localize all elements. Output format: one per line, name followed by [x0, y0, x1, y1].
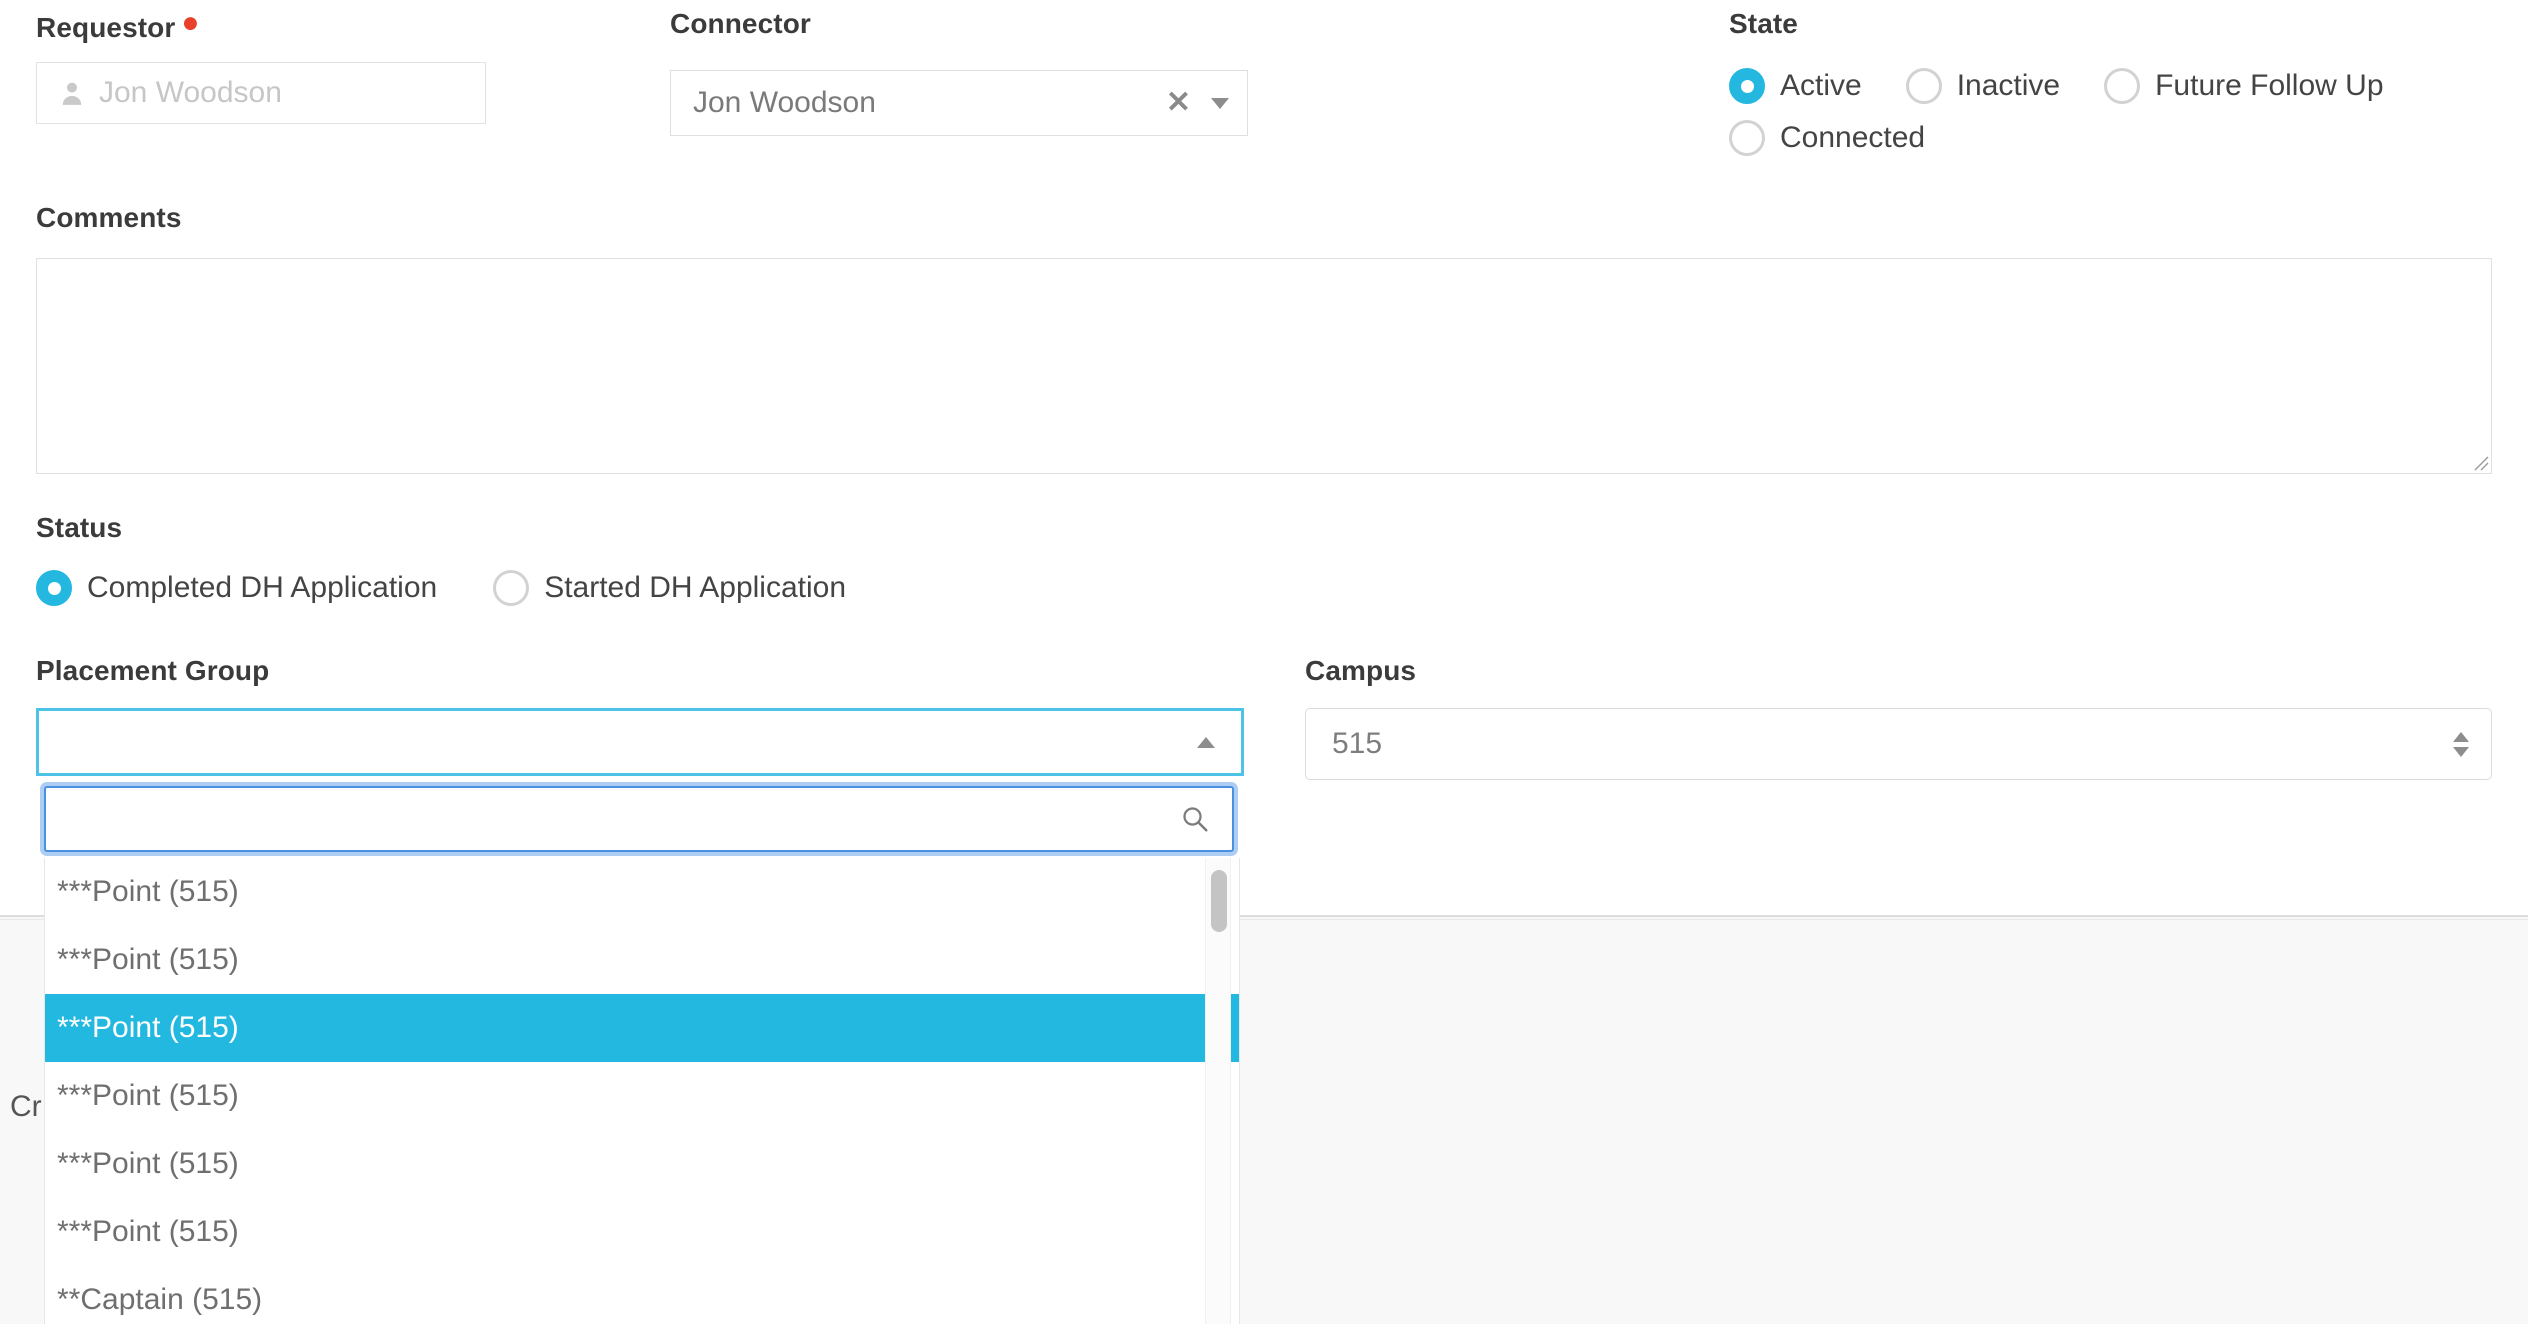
comments-label: Comments — [36, 202, 182, 234]
state-option-label: Future Follow Up — [2155, 69, 2383, 103]
radio-icon[interactable] — [493, 570, 529, 606]
state-option-label: Active — [1780, 69, 1862, 103]
placement-group-select[interactable] — [36, 708, 1244, 776]
state-option-future-follow-up[interactable]: Future Follow Up — [2104, 68, 2383, 104]
comments-textarea[interactable] — [36, 258, 2492, 474]
list-item[interactable]: **Captain (515) — [45, 1266, 1239, 1324]
requestor-value: Jon Woodson — [99, 76, 282, 110]
chevron-down-icon[interactable] — [1211, 98, 1229, 109]
spinner-up-icon[interactable] — [2453, 732, 2469, 742]
status-option-completed-dh-application[interactable]: Completed DH Application — [36, 570, 437, 606]
number-spinner[interactable] — [2453, 732, 2469, 757]
status-label: Status — [36, 512, 122, 544]
requestor-label: Requestor● — [36, 8, 200, 44]
connector-label: Connector — [670, 8, 811, 40]
chevron-up-icon[interactable] — [1197, 737, 1215, 748]
state-option-active[interactable]: Active — [1729, 68, 1862, 104]
placement-group-options-list[interactable]: ***Point (515) ***Point (515) ***Point (… — [44, 858, 1240, 1324]
form-panel: Requestor● Jon Woodson Connector Jon Woo… — [0, 0, 2528, 917]
placement-group-search-input[interactable] — [44, 786, 1234, 852]
person-icon — [59, 79, 85, 107]
radio-icon[interactable] — [1906, 68, 1942, 104]
state-label: State — [1729, 8, 1798, 40]
requestor-input[interactable]: Jon Woodson — [36, 62, 486, 124]
occluded-background-text: Cr — [10, 1090, 42, 1124]
scrollbar-thumb[interactable] — [1211, 870, 1227, 932]
list-item[interactable]: ***Point (515) — [45, 926, 1239, 994]
campus-value: 515 — [1332, 727, 2453, 761]
radio-icon[interactable] — [1729, 68, 1765, 104]
status-option-started-dh-application[interactable]: Started DH Application — [493, 570, 846, 606]
required-indicator: ● — [181, 6, 199, 39]
state-radio-group-row-2: Connected — [1729, 120, 1969, 156]
state-option-connected[interactable]: Connected — [1729, 120, 1925, 156]
list-item[interactable]: ***Point (515) — [45, 994, 1239, 1062]
requestor-label-text: Requestor — [36, 12, 175, 43]
campus-label: Campus — [1305, 655, 1416, 687]
state-option-label: Connected — [1780, 121, 1925, 155]
radio-icon[interactable] — [2104, 68, 2140, 104]
state-option-inactive[interactable]: Inactive — [1906, 68, 2060, 104]
resize-grip-icon[interactable] — [2469, 451, 2489, 471]
state-option-label: Inactive — [1957, 69, 2060, 103]
spinner-down-icon[interactable] — [2453, 747, 2469, 757]
list-item[interactable]: ***Point (515) — [45, 1198, 1239, 1266]
radio-icon[interactable] — [1729, 120, 1765, 156]
dropdown-scrollbar[interactable] — [1205, 858, 1231, 1324]
status-radio-group: Completed DH Application Started DH Appl… — [36, 570, 890, 606]
connector-value: Jon Woodson — [693, 86, 1166, 120]
placement-group-label: Placement Group — [36, 655, 269, 687]
radio-icon[interactable] — [36, 570, 72, 606]
search-icon — [1180, 804, 1210, 834]
status-option-label: Started DH Application — [544, 571, 846, 605]
list-item[interactable]: ***Point (515) — [45, 1062, 1239, 1130]
list-item[interactable]: ***Point (515) — [45, 1130, 1239, 1198]
connector-select[interactable]: Jon Woodson ✕ — [670, 70, 1248, 136]
state-radio-group-row-1: Active Inactive Future Follow Up — [1729, 68, 2428, 104]
clear-icon[interactable]: ✕ — [1166, 88, 1191, 118]
campus-input[interactable]: 515 — [1305, 708, 2492, 780]
status-option-label: Completed DH Application — [87, 571, 437, 605]
list-item[interactable]: ***Point (515) — [45, 858, 1239, 926]
